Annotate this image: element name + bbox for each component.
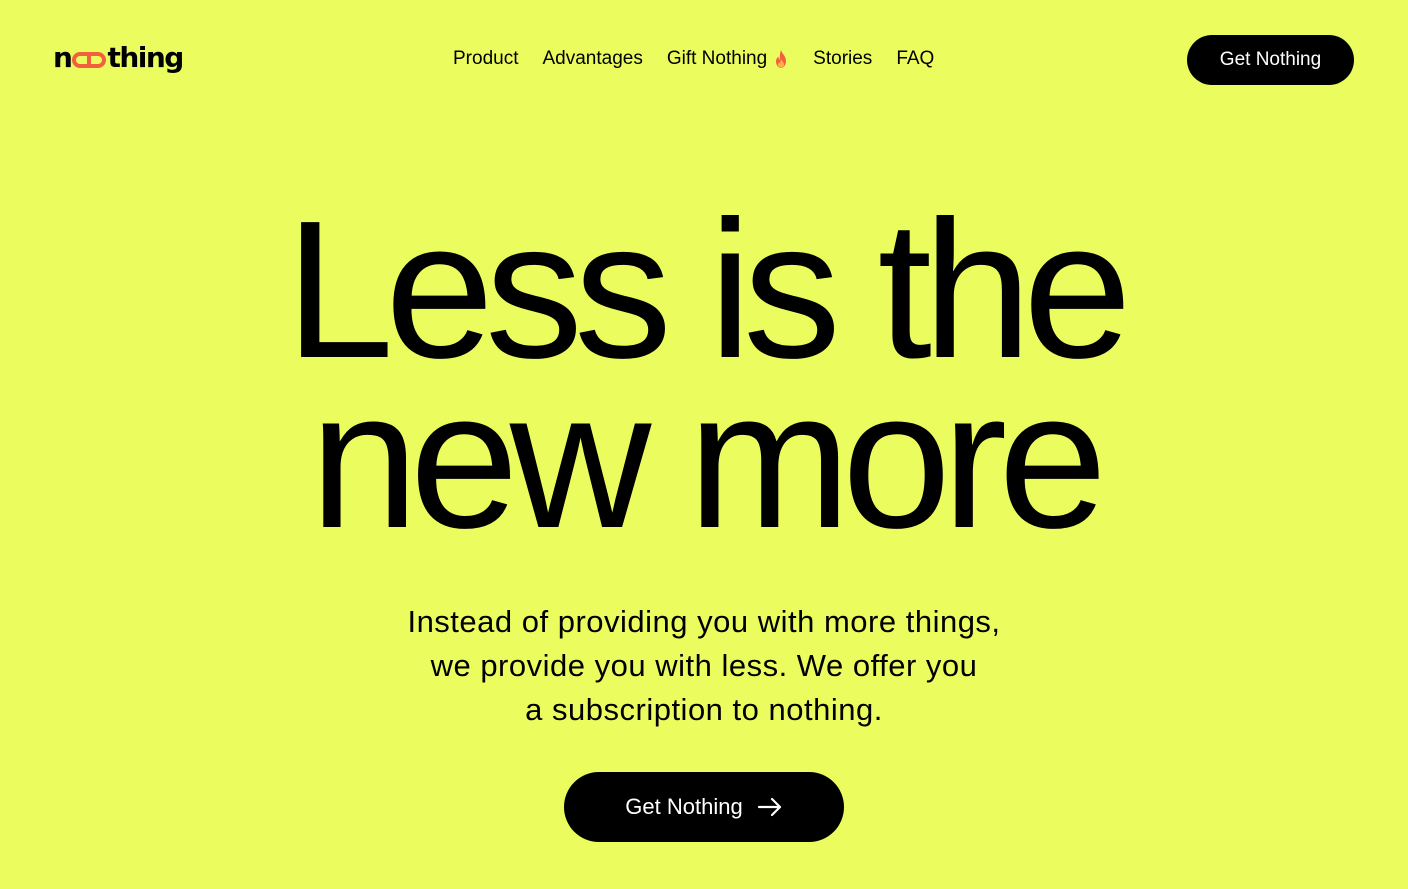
- logo-text-start: n: [53, 41, 73, 74]
- nav-item-advantages[interactable]: Advantages: [542, 48, 642, 70]
- hero-subtitle: Instead of providing you with more thing…: [354, 600, 1054, 732]
- logo-text-end: thing: [107, 41, 184, 74]
- hero-subtitle-line-3: a subscription to nothing.: [525, 692, 883, 727]
- nav-item-label: Product: [453, 48, 519, 69]
- get-nothing-hero-label: Get Nothing: [625, 794, 743, 819]
- get-nothing-header-button[interactable]: Get Nothing: [1187, 35, 1354, 85]
- logo[interactable]: n thing: [53, 40, 184, 76]
- nav-item-label: Stories: [813, 48, 873, 69]
- nav-item-faq[interactable]: FAQ: [896, 48, 934, 70]
- hero-subtitle-line-1: Instead of providing you with more thing…: [407, 604, 1001, 639]
- arrow-right-icon: [757, 797, 781, 817]
- nav-item-gift-nothing[interactable]: Gift Nothing: [667, 48, 789, 70]
- nav-item-label: FAQ: [896, 48, 935, 69]
- site-header: n thing Product Advantages Gift Nothing …: [0, 0, 1408, 120]
- hero-subtitle-line-2: we provide you with less. We offer you: [430, 648, 978, 683]
- hero-title-line-2: new more: [309, 350, 1108, 569]
- hero-title: Less is the new more: [0, 192, 1408, 569]
- logo-mark-icon: [72, 52, 107, 68]
- nav-item-label: Advantages: [542, 48, 643, 69]
- main-nav: Product Advantages Gift Nothing Stories …: [453, 44, 934, 74]
- nav-item-product[interactable]: Product: [453, 48, 518, 70]
- nav-item-stories[interactable]: Stories: [813, 48, 872, 70]
- fire-icon: [776, 50, 787, 68]
- get-nothing-hero-button[interactable]: Get Nothing: [564, 772, 844, 842]
- nav-item-label: Gift Nothing: [666, 48, 768, 69]
